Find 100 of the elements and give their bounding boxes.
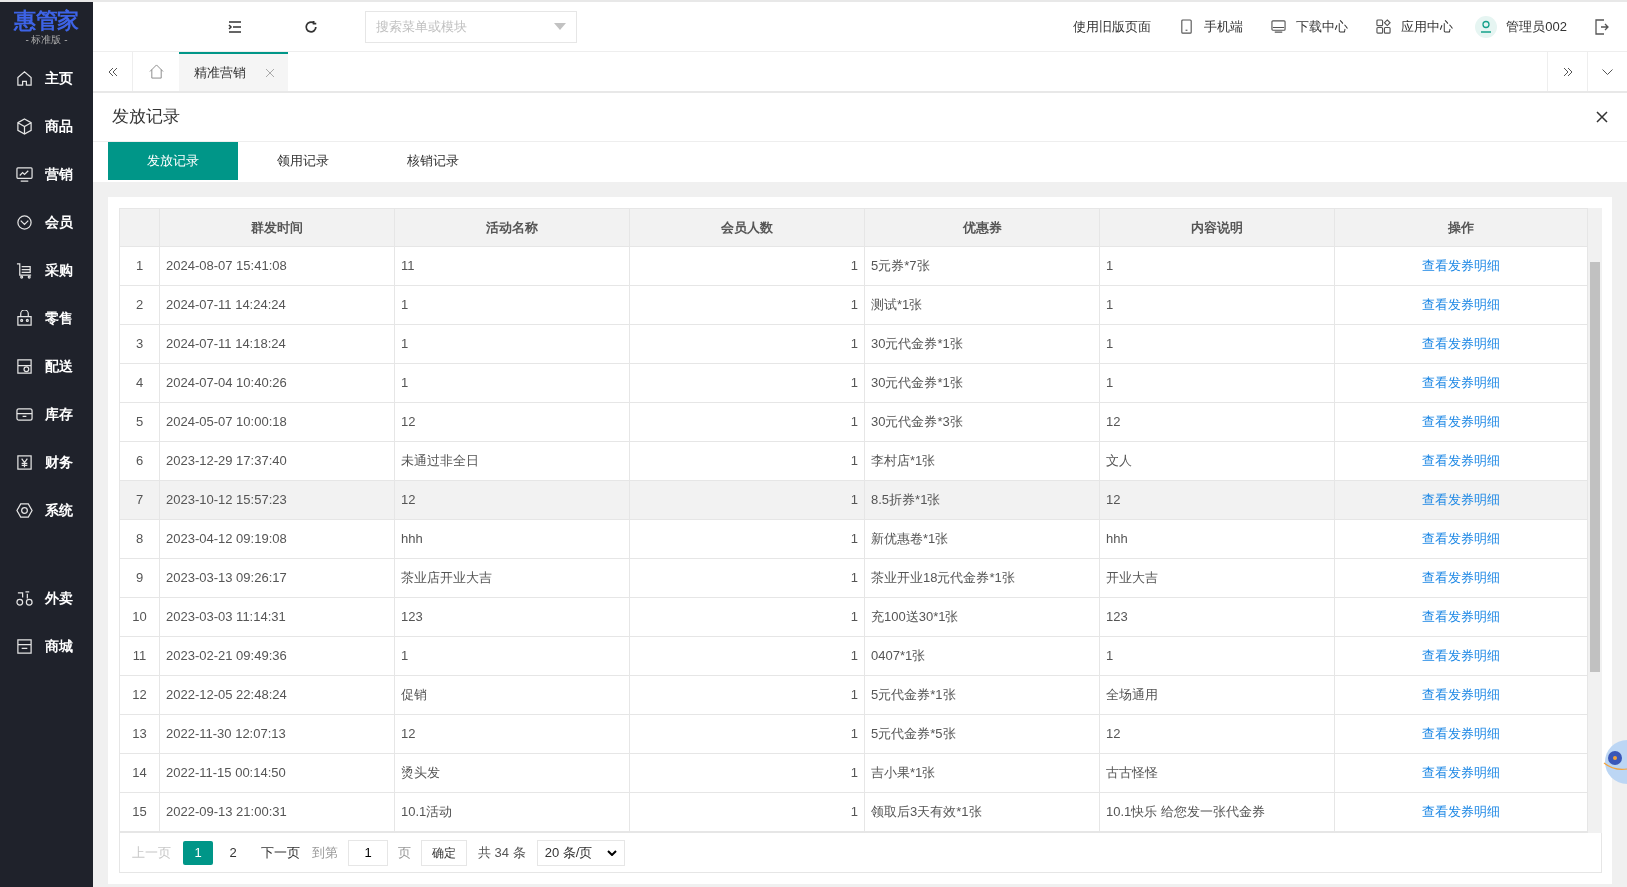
table-cell-text: 1: [850, 413, 858, 432]
table-cell-text: 2023-12-29 17:37:40: [166, 452, 287, 471]
sidebar-item[interactable]: 外卖: [0, 574, 93, 622]
page-size-select[interactable]: 20 条/页: [536, 839, 625, 866]
scrollbar-thumb[interactable]: [1590, 262, 1600, 672]
cube-icon: [16, 117, 33, 135]
detail-link[interactable]: 查看发券明细: [1422, 295, 1500, 315]
confirm-button[interactable]: 确定: [421, 839, 467, 866]
store-icon: [16, 357, 33, 375]
tab[interactable]: 发放记录: [108, 142, 238, 180]
table-cell-text: 12: [1106, 725, 1121, 744]
sidebar-item[interactable]: 配送: [0, 342, 93, 390]
table-row[interactable]: 1 2024-08-07 15:41:08 11 1 5元券*7张 1 查看发券明细: [120, 247, 1587, 286]
detail-link[interactable]: 查看发券明细: [1422, 685, 1500, 705]
double-chevron-right-icon: [1562, 66, 1573, 77]
page-button[interactable]: 1: [183, 840, 213, 865]
table-row[interactable]: 4 2024-07-04 10:40:26 1 1 30元代金券*1张 1 查看发券明细: [120, 364, 1587, 403]
detail-link[interactable]: 查看发券明细: [1422, 529, 1500, 549]
table-row[interactable]: 14 2022-11-15 00:14:50 烫头发 1 吉小果*1张 古古怪怪 查看发券明细: [120, 754, 1587, 793]
table-row[interactable]: 9 2023-03-13 09:26:17 茶业店开业大吉 1 茶业开业18元代金券*1张 开业大吉 查看发券明细: [120, 559, 1587, 598]
table-cell-text: 1: [850, 569, 858, 588]
table-cell-text: 123: [1106, 608, 1128, 627]
table-cell-text: 12: [1106, 413, 1121, 432]
detail-link[interactable]: 查看发券明细: [1422, 724, 1500, 744]
table-cell-text: 2024-05-07 10:00:18: [166, 413, 287, 432]
detail-link[interactable]: 查看发券明细: [1422, 373, 1500, 393]
detail-link[interactable]: 查看发券明细: [1422, 568, 1500, 588]
scrollbar[interactable]: [1588, 208, 1602, 833]
detail-link[interactable]: 查看发券明细: [1422, 646, 1500, 666]
table-cell-text: 30元代金券*1张: [871, 374, 963, 393]
page-input[interactable]: 1: [348, 839, 388, 866]
home-icon: [148, 64, 164, 79]
page-tab[interactable]: 精准营销: [179, 52, 288, 91]
header-link[interactable]: 下载中心: [1271, 16, 1349, 37]
menu-icon[interactable]: [228, 20, 242, 33]
table-cell-text: 全场通用: [1106, 686, 1158, 705]
table-cell-text: 8: [135, 530, 144, 549]
table-cell-text: 1: [850, 335, 858, 354]
table-cell-text: 0407*1张: [871, 647, 926, 666]
page-button[interactable]: 2: [218, 840, 248, 865]
table-row[interactable]: 8 2023-04-12 09:19:08 hhh 1 新优惠卷*1张 hhh 查看发券明细: [120, 520, 1587, 559]
close-icon[interactable]: [1596, 111, 1608, 123]
table-cell-text: 李村店*1张: [871, 452, 936, 471]
table-cell-text: 2024-08-07 15:41:08: [166, 257, 287, 276]
table-row[interactable]: 2 2024-07-11 14:24:24 1 1 测试*1张 1 查看发券明细: [120, 286, 1587, 325]
table-cell-text: 1: [850, 296, 858, 315]
detail-link[interactable]: 查看发券明细: [1422, 412, 1500, 432]
table-cell-text: 1: [850, 374, 858, 393]
table-row[interactable]: 13 2022-11-30 12:07:13 12 1 5元代金券*5张 12 查看发券明细: [120, 715, 1587, 754]
table-cell-text: 1: [1106, 257, 1114, 276]
header-link[interactable]: 应用中心: [1376, 16, 1454, 37]
detail-link[interactable]: 查看发券明细: [1422, 607, 1500, 627]
table-row[interactable]: 3 2024-07-11 14:18:24 1 1 30元代金券*1张 1 查看发券明细: [120, 325, 1587, 364]
next-page-button[interactable]: 下一页: [261, 842, 300, 863]
table-cell-text: 2023-03-03 11:14:31: [166, 608, 286, 627]
sidebar-item[interactable]: 商品: [0, 102, 93, 150]
table-cell-text: 11: [401, 257, 415, 276]
table-cell-text: 1: [850, 608, 858, 627]
user-name[interactable]: 管理员002: [1506, 16, 1567, 37]
refresh-icon[interactable]: [304, 19, 318, 34]
sidebar-item[interactable]: 营销: [0, 150, 93, 198]
detail-link[interactable]: 查看发券明细: [1422, 802, 1500, 822]
detail-link[interactable]: 查看发券明细: [1422, 334, 1500, 354]
page-unit-label: 页: [398, 843, 411, 862]
table-cell-text: 充100送30*1张: [871, 608, 959, 627]
table-cell-text: 2023-02-21 09:49:36: [166, 647, 287, 666]
header-link[interactable]: 使用旧版页面: [1073, 16, 1152, 37]
detail-link[interactable]: 查看发券明细: [1422, 256, 1500, 276]
sidebar-item[interactable]: 采购: [0, 246, 93, 294]
logout-icon[interactable]: [1595, 18, 1609, 35]
table-cell-text: 8.5折券*1张: [871, 491, 941, 510]
table-row[interactable]: 12 2022-12-05 22:48:24 促销 1 5元代金券*1张 全场通用 查看发券明细: [120, 676, 1587, 715]
table-cell-text: 4: [135, 374, 144, 393]
table-row[interactable]: 15 2022-09-13 21:00:31 10.1活动 1 领取后3天有效*1张 10.1快乐 给您发一张代金券 查看发券明细: [120, 793, 1587, 832]
sidebar-item[interactable]: 库存: [0, 390, 93, 438]
sidebar-item[interactable]: 财务: [0, 438, 93, 486]
table-row[interactable]: 6 2023-12-29 17:37:40 未通过非全日 1 李村店*1张 文人 查看发券明细: [120, 442, 1587, 481]
table-cell-text: 5元券*7张: [871, 257, 930, 276]
header-link[interactable]: 手机端: [1179, 16, 1244, 37]
table-cell-text: 6: [135, 452, 144, 471]
table-row[interactable]: 5 2024-05-07 10:00:18 12 1 30元代金券*3张 12 查看发券明细: [120, 403, 1587, 442]
table-row[interactable]: 11 2023-02-21 09:49:36 1 1 0407*1张 1 查看发券明细: [120, 637, 1587, 676]
table-cell-text: 2024-07-04 10:40:26: [166, 374, 287, 393]
sidebar-item[interactable]: 零售: [0, 294, 93, 342]
sidebar-item[interactable]: 系统: [0, 486, 93, 534]
table-cell-text: 1: [850, 803, 858, 822]
sidebar-item[interactable]: 主页: [0, 54, 93, 102]
table-row[interactable]: 7 2023-10-12 15:57:23 12 1 8.5折券*1张 12 查看发券明细: [120, 481, 1587, 520]
sidebar-item[interactable]: 商城: [0, 622, 93, 670]
sidebar-item[interactable]: 会员: [0, 198, 93, 246]
table-cell-text: 茶业开业18元代金券*1张: [871, 569, 1015, 588]
table-cell-text: 2024-07-11 14:18:24: [166, 335, 286, 354]
table-cell-text: 3: [135, 335, 144, 354]
detail-link[interactable]: 查看发券明细: [1422, 451, 1500, 471]
table-cell-text: 新优惠卷*1张: [871, 530, 949, 549]
table-cell-text: 10.1快乐 给您发一张代金券: [1106, 803, 1265, 822]
table-cell-text: 文人: [1106, 452, 1132, 471]
detail-link[interactable]: 查看发券明细: [1422, 763, 1500, 783]
table-row[interactable]: 10 2023-03-03 11:14:31 123 1 充100送30*1张 123 查看发券明细: [120, 598, 1587, 637]
table-cell-text: 2023-03-13 09:26:17: [166, 569, 287, 588]
